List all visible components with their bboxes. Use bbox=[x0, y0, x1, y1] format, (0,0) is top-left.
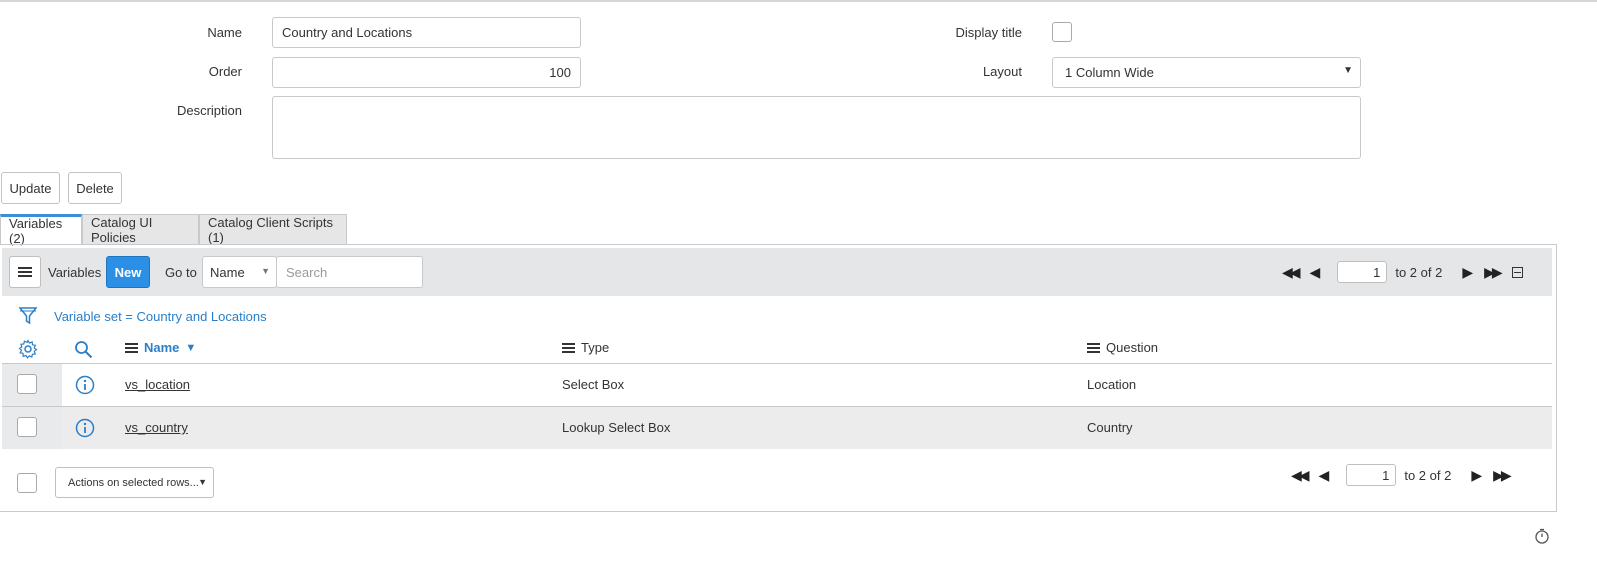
name-input[interactable]: Country and Locations bbox=[272, 17, 581, 48]
delete-button[interactable]: Delete bbox=[68, 172, 122, 204]
prev-page-icon[interactable]: ◀ bbox=[1310, 264, 1321, 281]
page-input[interactable]: 1 bbox=[1337, 261, 1388, 283]
next-page-icon[interactable]: ▶ bbox=[1462, 264, 1473, 281]
prev-page-icon[interactable]: ◀ bbox=[1319, 467, 1330, 484]
row-type: Lookup Select Box bbox=[562, 420, 671, 435]
dropdown-arrow-icon: ▼ bbox=[198, 477, 207, 487]
column-header-name-label: Name bbox=[144, 340, 180, 355]
row-name-link[interactable]: vs_location bbox=[125, 377, 190, 392]
description-textarea[interactable] bbox=[272, 96, 1361, 159]
dropdown-arrow-icon: ▼ bbox=[261, 266, 270, 276]
row-checkbox[interactable] bbox=[17, 417, 37, 437]
new-button[interactable]: New bbox=[106, 256, 150, 288]
tab-variables-label: Variables (2) bbox=[9, 215, 63, 246]
page-input[interactable]: 1 bbox=[1346, 464, 1397, 486]
page-range: to 2 of 2 bbox=[1404, 467, 1452, 483]
tab-catalog-client-scripts[interactable]: Catalog Client Scripts (1) bbox=[199, 214, 347, 245]
actions-select-value: Actions on selected rows... bbox=[68, 476, 199, 489]
row-checkbox[interactable] bbox=[17, 374, 37, 394]
top-pager: ◀◀ ◀ 1 to 2 of 2 ▶ ▶▶ bbox=[1282, 261, 1523, 283]
list-menu-button[interactable] bbox=[9, 256, 41, 288]
goto-label: Go to bbox=[165, 265, 197, 280]
layout-label: Layout bbox=[982, 64, 1022, 79]
last-page-icon[interactable]: ▶▶ bbox=[1493, 467, 1511, 484]
stopwatch-icon[interactable] bbox=[1534, 528, 1550, 544]
tab-catalog-ui-policies[interactable]: Catalog UI Policies bbox=[82, 214, 199, 245]
layout-select[interactable]: 1 Column Wide ▼ bbox=[1052, 57, 1361, 88]
info-icon[interactable] bbox=[75, 375, 95, 395]
sort-desc-icon: ▼ bbox=[185, 341, 197, 354]
name-label: Name bbox=[207, 25, 242, 40]
order-input[interactable]: 100 bbox=[272, 57, 581, 88]
column-header-name[interactable]: Name ▼ bbox=[125, 340, 196, 355]
actions-select[interactable]: Actions on selected rows... ▼ bbox=[55, 467, 214, 498]
top-border bbox=[0, 0, 1597, 2]
column-menu-icon[interactable] bbox=[1087, 341, 1100, 355]
info-icon[interactable] bbox=[75, 418, 95, 438]
column-header-type-label: Type bbox=[581, 340, 610, 355]
row-question: Country bbox=[1087, 420, 1133, 435]
display-title-label: Display title bbox=[955, 25, 1022, 40]
list-title: Variables bbox=[48, 265, 102, 280]
table-row: vs_location Select Box Location bbox=[2, 363, 1552, 406]
row-question: Location bbox=[1087, 377, 1137, 392]
display-title-checkbox[interactable] bbox=[1052, 22, 1072, 42]
table-row: vs_country Lookup Select Box Country bbox=[2, 406, 1552, 449]
column-menu-icon[interactable] bbox=[125, 341, 138, 355]
filter-icon[interactable] bbox=[18, 306, 38, 326]
hamburger-icon bbox=[18, 265, 32, 279]
update-button[interactable]: Update bbox=[1, 172, 60, 204]
tab-catalog-client-scripts-label: Catalog Client Scripts (1) bbox=[208, 214, 333, 245]
search-placeholder: Search bbox=[286, 264, 328, 280]
order-label: Order bbox=[208, 64, 242, 79]
column-header-question-label: Question bbox=[1106, 340, 1159, 355]
filter-breadcrumb[interactable]: Variable set = Country and Locations bbox=[54, 309, 267, 324]
goto-field-select[interactable]: Name ▼ bbox=[202, 256, 277, 288]
description-label: Description bbox=[176, 103, 242, 118]
search-icon[interactable] bbox=[74, 340, 93, 359]
first-page-icon[interactable]: ◀◀ bbox=[1291, 467, 1309, 484]
last-page-icon[interactable]: ▶▶ bbox=[1484, 264, 1502, 281]
gear-icon[interactable] bbox=[18, 339, 38, 359]
row-name-link[interactable]: vs_country bbox=[125, 420, 188, 435]
goto-field-value: Name bbox=[210, 264, 245, 280]
row-type: Select Box bbox=[562, 377, 625, 392]
first-page-icon[interactable]: ◀◀ bbox=[1282, 264, 1300, 281]
column-menu-icon[interactable] bbox=[562, 341, 575, 355]
column-header-question[interactable]: Question bbox=[1087, 340, 1158, 355]
column-header-type[interactable]: Type bbox=[562, 340, 609, 355]
layout-select-value: 1 Column Wide bbox=[1065, 65, 1154, 80]
dropdown-arrow-icon: ▼ bbox=[1343, 65, 1353, 76]
next-page-icon[interactable]: ▶ bbox=[1471, 467, 1482, 484]
bottom-pager: ◀◀ ◀ 1 to 2 of 2 ▶ ▶▶ bbox=[1291, 464, 1512, 486]
page-range: to 2 of 2 bbox=[1395, 264, 1443, 280]
collapse-icon[interactable] bbox=[1511, 266, 1523, 278]
tab-catalog-ui-policies-label: Catalog UI Policies bbox=[91, 214, 153, 245]
search-input[interactable]: Search bbox=[276, 256, 423, 288]
select-all-checkbox[interactable] bbox=[17, 473, 37, 493]
tab-variables[interactable]: Variables (2) bbox=[0, 214, 82, 246]
